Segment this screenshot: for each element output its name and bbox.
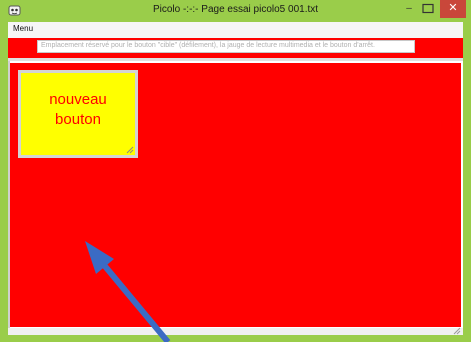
close-icon: ✕ bbox=[448, 2, 458, 14]
toolbar-strip: Emplacement réservé pour le bouton "cibl… bbox=[8, 38, 463, 58]
reserved-placeholder-text: Emplacement réservé pour le bouton "cibl… bbox=[41, 42, 375, 49]
new-button-label: nouveau bouton bbox=[21, 90, 135, 130]
minimize-icon: – bbox=[406, 3, 412, 14]
resize-grip-icon[interactable] bbox=[126, 146, 134, 154]
reserved-placeholder-box: Emplacement réservé pour le bouton "cibl… bbox=[37, 40, 415, 53]
new-button[interactable]: nouveau bouton bbox=[18, 70, 138, 158]
close-button[interactable]: ✕ bbox=[440, 0, 466, 18]
maximize-button[interactable] bbox=[421, 3, 435, 14]
separator bbox=[8, 58, 463, 61]
title-bar[interactable]: Picolo -:-:- Page essai picolo5 001.txt … bbox=[0, 0, 471, 22]
page-canvas[interactable]: nouveau bouton bbox=[10, 63, 461, 327]
minimize-button[interactable]: – bbox=[401, 4, 417, 15]
client-area: Menu Emplacement réservé pour le bouton … bbox=[8, 22, 463, 335]
menu-bar: Menu bbox=[8, 22, 463, 38]
new-button-label-line2: bouton bbox=[55, 111, 101, 128]
app-window: Picolo -:-:- Page essai picolo5 001.txt … bbox=[0, 0, 471, 342]
status-bar bbox=[8, 327, 463, 335]
window-resize-grip-icon[interactable] bbox=[453, 327, 461, 335]
new-button-label-line1: nouveau bbox=[49, 91, 107, 108]
menu-item-menu[interactable]: Menu bbox=[13, 24, 33, 33]
maximize-icon bbox=[422, 3, 434, 14]
